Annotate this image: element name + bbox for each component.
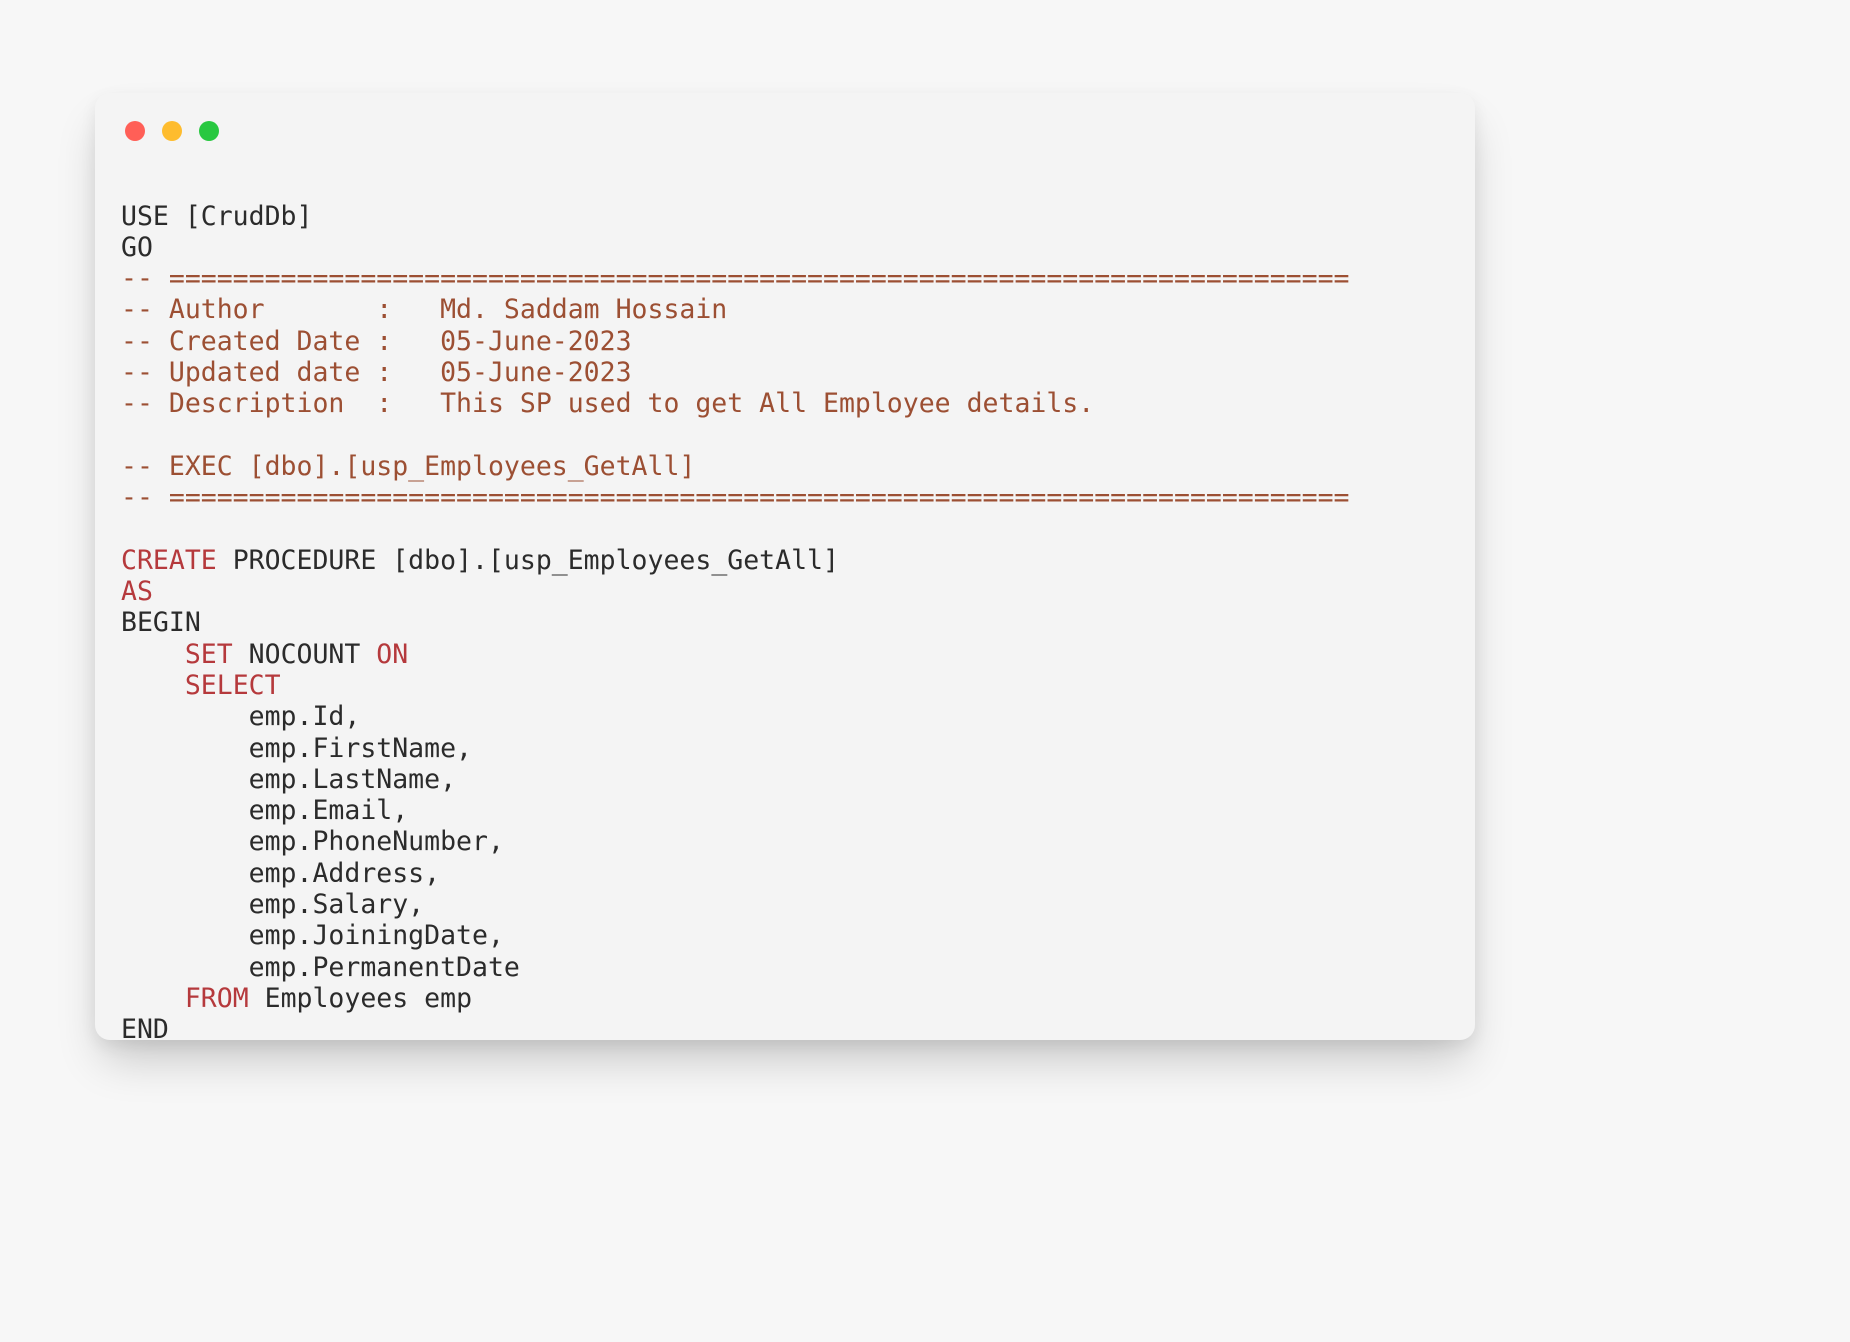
code-line: -- Updated date : 05-June-2023 — [121, 357, 1467, 388]
code-token-plain: NOCOUNT — [232, 638, 377, 670]
code-token-plain: emp.LastName, — [121, 763, 457, 795]
code-token-plain: emp.FirstName, — [121, 732, 472, 764]
code-token-keyword: CREATE — [121, 544, 217, 576]
code-line: -- =====================================… — [121, 263, 1467, 294]
code-line: SET NOCOUNT ON — [121, 639, 1467, 670]
sql-code-block[interactable]: USE [CrudDb] GO -- =======================… — [121, 201, 1467, 1041]
code-token-plain: emp.JoiningDate, — [121, 920, 504, 952]
code-line: emp.PhoneNumber, — [121, 826, 1467, 857]
code-line: END — [121, 1014, 1467, 1040]
code-token-keyword: FROM — [184, 982, 249, 1014]
code-line: emp.LastName, — [121, 764, 1467, 795]
code-line: ​ — [121, 420, 1467, 451]
code-token-plain: END — [121, 1014, 169, 1040]
code-token-plain: emp.Salary, — [121, 889, 425, 921]
code-line: emp.JoiningDate, — [121, 920, 1467, 951]
zoom-window-button[interactable] — [199, 121, 219, 141]
code-line: AS — [121, 576, 1467, 607]
code-line: -- Author : Md. Saddam Hossain — [121, 294, 1467, 325]
code-token-keyword: SET — [184, 638, 233, 670]
code-token-plain: emp.PermanentDate — [121, 951, 520, 983]
code-token-comment: -- EXEC [dbo].[usp_Employees_GetAll] — [121, 450, 696, 482]
code-line: USE [CrudDb] — [121, 201, 1467, 232]
code-line: emp.Id, — [121, 701, 1467, 732]
code-token-plain: PROCEDURE [dbo].[usp_Employees_GetAll] — [216, 544, 839, 576]
code-token-keyword: AS — [121, 576, 153, 608]
code-token-plain: emp.Id, — [121, 701, 361, 733]
code-token-keyword: SELECT — [184, 669, 281, 701]
code-window-card: USE [CrudDb] GO -- =======================… — [95, 93, 1475, 1040]
minimize-window-button[interactable] — [162, 121, 182, 141]
code-line: -- EXEC [dbo].[usp_Employees_GetAll] — [121, 451, 1467, 482]
code-token-comment: -- =====================================… — [121, 482, 1350, 514]
code-token-plain: emp.PhoneNumber, — [121, 826, 504, 858]
code-token-plain: Employees emp — [248, 982, 473, 1014]
code-line: emp.PermanentDate — [121, 952, 1467, 983]
code-line: emp.Email, — [121, 795, 1467, 826]
code-line: emp.FirstName, — [121, 733, 1467, 764]
code-line: BEGIN — [121, 607, 1467, 638]
code-line: -- Created Date : 05-June-2023 — [121, 326, 1467, 357]
code-token-comment: -- =====================================… — [121, 263, 1350, 295]
window-titlebar — [125, 121, 219, 141]
code-line: SELECT — [121, 670, 1467, 701]
code-line: GO — [121, 232, 1467, 263]
code-line: ​ — [121, 513, 1467, 544]
screenshot-stage: USE [CrudDb] GO -- =======================… — [0, 0, 1850, 1342]
code-line: -- =====================================… — [121, 482, 1467, 513]
code-line: emp.Salary, — [121, 889, 1467, 920]
code-token-keyword: ON — [376, 638, 409, 670]
code-token-plain: BEGIN — [121, 607, 201, 639]
code-token-plain: USE [CrudDb] — [121, 200, 313, 232]
code-line: CREATE PROCEDURE [dbo].[usp_Employees_Ge… — [121, 545, 1467, 576]
code-token-plain: emp.Address, — [121, 857, 441, 889]
code-token-plain: GO — [121, 231, 153, 263]
code-line: emp.Address, — [121, 858, 1467, 889]
code-token-plain: emp.Email, — [121, 795, 409, 827]
code-token-comment: -- Description : This SP used to get All… — [121, 388, 1095, 420]
code-token-comment: -- Created Date : 05-June-2023 — [121, 325, 632, 357]
close-window-button[interactable] — [125, 121, 145, 141]
code-token-comment: -- Author : Md. Saddam Hossain — [121, 294, 728, 326]
code-token-comment: -- Updated date : 05-June-2023 — [121, 356, 632, 388]
code-line: -- Description : This SP used to get All… — [121, 388, 1467, 419]
code-line: FROM Employees emp — [121, 983, 1467, 1014]
